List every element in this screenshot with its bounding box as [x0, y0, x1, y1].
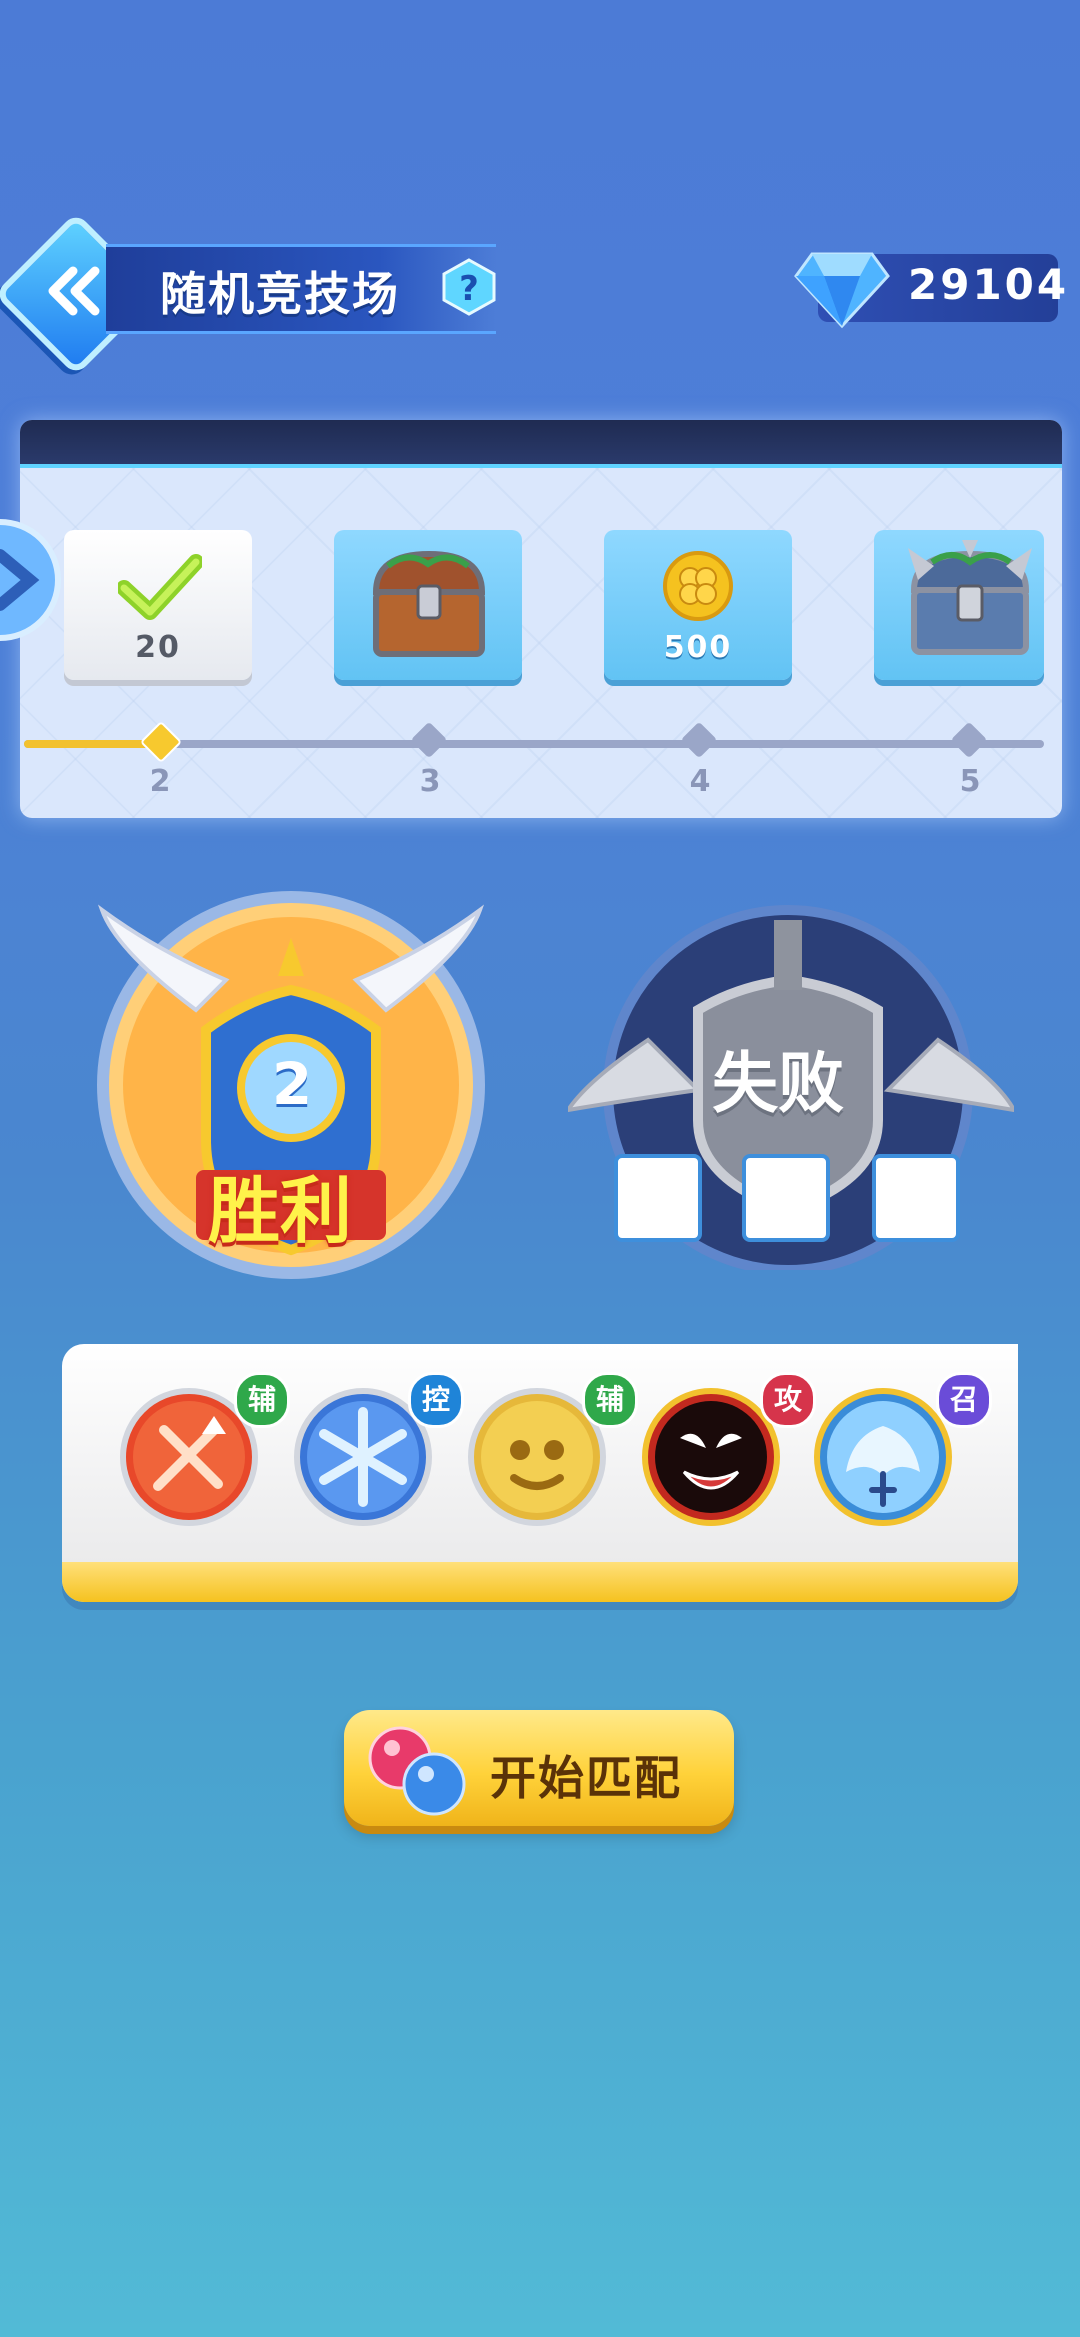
spiked-chest-icon: [904, 540, 1036, 668]
win-count: 2: [271, 1050, 313, 1118]
node-number: 2: [149, 764, 171, 799]
loss-slot: [872, 1154, 960, 1242]
gem-count: 29104: [908, 260, 1070, 309]
node-number: 4: [689, 764, 711, 799]
node-number: 5: [959, 764, 981, 799]
reward-card-3[interactable]: 500: [604, 530, 792, 680]
skill-deck-footer: [62, 1562, 1018, 1602]
double-chevron-left-icon: [38, 256, 108, 326]
loss-slot: [614, 1154, 702, 1242]
bubbles-icon: [366, 1724, 472, 1820]
start-match-label: 开始匹配: [490, 1751, 682, 1805]
diamond-icon: [794, 244, 890, 330]
check-icon: [116, 552, 204, 626]
page-title: 随机竞技场: [160, 267, 400, 321]
question-icon[interactable]: ?: [440, 258, 498, 316]
skill-type-tag: 攻: [760, 1372, 816, 1428]
skill-type-tag: 控: [408, 1372, 464, 1428]
reward-label: 500: [663, 630, 733, 665]
loss-slot: [742, 1154, 830, 1242]
lose-label: 失败: [712, 1045, 844, 1122]
treasure-chest-icon: [368, 546, 490, 668]
progress-fill: [24, 740, 157, 748]
reward-label: 20: [135, 630, 181, 665]
win-label: 胜利: [208, 1169, 353, 1253]
partial-reward-icon: [0, 515, 64, 645]
svg-text:?: ?: [459, 269, 479, 309]
node-number: 3: [419, 764, 441, 799]
track-header-bar: [20, 420, 1062, 468]
skill-type-tag: 辅: [234, 1372, 290, 1428]
clover-coin-icon: [662, 550, 734, 626]
reward-card-2[interactable]: [334, 530, 522, 680]
skill-type-tag: 辅: [582, 1372, 638, 1428]
reward-card-1[interactable]: 20: [64, 530, 252, 680]
angel-wings-icon[interactable]: [812, 1386, 954, 1528]
reward-card-4[interactable]: [874, 530, 1044, 680]
skill-type-tag: 召: [936, 1372, 992, 1428]
